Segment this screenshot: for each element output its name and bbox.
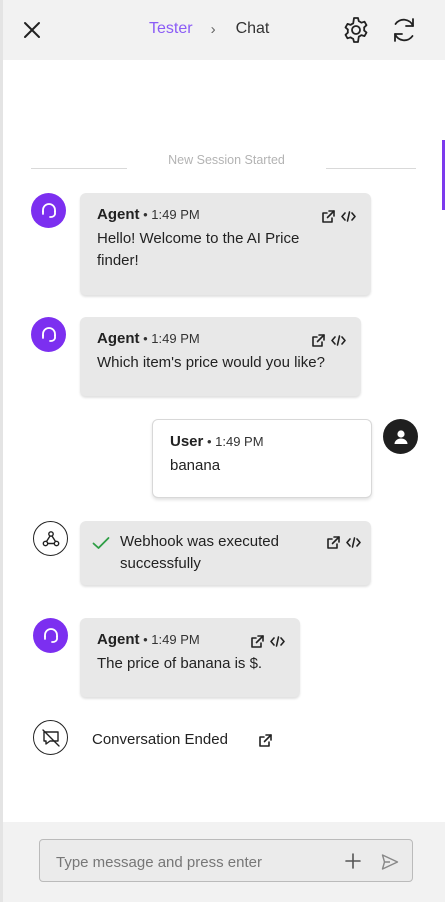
webhook-status-text: Webhook was executed successfully <box>120 533 279 572</box>
composer-bar <box>3 822 445 902</box>
headset-icon <box>41 326 56 342</box>
message-actions <box>321 209 356 224</box>
message-sender: Agent <box>97 330 140 347</box>
agent-avatar <box>31 317 66 352</box>
user-icon <box>394 429 407 444</box>
refresh-icon[interactable] <box>389 15 419 45</box>
message-text: banana <box>170 457 221 474</box>
message-meta: Agent • 1:49 PM <box>97 206 354 224</box>
message-sender: Agent <box>97 206 140 223</box>
message-actions <box>250 634 285 649</box>
open-external-icon[interactable] <box>326 535 341 550</box>
webhook-avatar <box>33 521 68 556</box>
webhook-status-bubble: Webhook was executed successfully <box>80 521 371 585</box>
message-sender: Agent <box>97 631 140 648</box>
close-icon[interactable] <box>21 19 43 41</box>
message-bubble-agent: Agent • 1:49 PM The price of banana is $… <box>80 618 300 697</box>
message-time: • 1:49 PM <box>143 632 200 647</box>
message-bubble-user: User • 1:49 PM banana <box>152 419 372 498</box>
send-icon[interactable] <box>380 852 400 872</box>
session-divider-left <box>31 168 127 169</box>
agent-avatar <box>31 193 66 228</box>
breadcrumb-chat: Chat <box>235 20 270 37</box>
webhook-icon <box>42 530 59 546</box>
webhook-actions <box>326 535 361 550</box>
headset-icon <box>43 627 58 643</box>
open-external-icon[interactable] <box>311 333 326 348</box>
conversation-ended-icon <box>41 728 60 747</box>
breadcrumb-tester[interactable]: Tester <box>149 20 193 38</box>
message-time: • 1:49 PM <box>143 331 200 346</box>
message-meta: Agent • 1:49 PM <box>97 330 344 348</box>
code-icon[interactable] <box>331 333 346 348</box>
message-time: • 1:49 PM <box>143 207 200 222</box>
conversation-ended-label: Conversation Ended <box>92 731 228 748</box>
check-icon <box>92 537 110 549</box>
plus-icon[interactable] <box>343 851 363 871</box>
open-external-icon[interactable] <box>321 209 336 224</box>
message-text: Which item's price would you like? <box>97 354 325 371</box>
panel-header: Tester › Chat <box>3 0 445 60</box>
message-actions <box>311 333 346 348</box>
message-time: • 1:49 PM <box>206 434 264 449</box>
session-divider-right <box>326 168 416 169</box>
session-started-label: New Session Started <box>168 153 285 167</box>
code-icon[interactable] <box>270 634 285 649</box>
message-text: The price of banana is $. <box>97 655 263 672</box>
composer <box>39 839 413 882</box>
message-sender: User <box>170 433 204 450</box>
settings-gear-icon[interactable] <box>341 15 371 45</box>
conversation-ended-avatar <box>33 720 68 755</box>
agent-avatar <box>33 618 68 653</box>
headset-icon <box>41 202 56 218</box>
user-avatar <box>383 419 418 454</box>
open-external-icon[interactable] <box>258 733 273 748</box>
message-input[interactable] <box>56 851 326 873</box>
message-bubble-agent: Agent • 1:49 PM Hello! Welcome to the AI… <box>80 193 371 295</box>
open-external-icon[interactable] <box>250 634 265 649</box>
message-text: Hello! Welcome to the AI Price finder! <box>97 230 300 269</box>
message-meta: User • 1:49 PM <box>170 433 354 451</box>
chat-tester-panel: Tester › Chat New Session Started Agent … <box>0 0 445 902</box>
code-icon[interactable] <box>346 535 361 550</box>
breadcrumb: Tester › Chat <box>149 20 269 38</box>
breadcrumb-separator: › <box>210 20 216 38</box>
message-bubble-agent: Agent • 1:49 PM Which item's price would… <box>80 317 361 396</box>
code-icon[interactable] <box>341 209 356 224</box>
